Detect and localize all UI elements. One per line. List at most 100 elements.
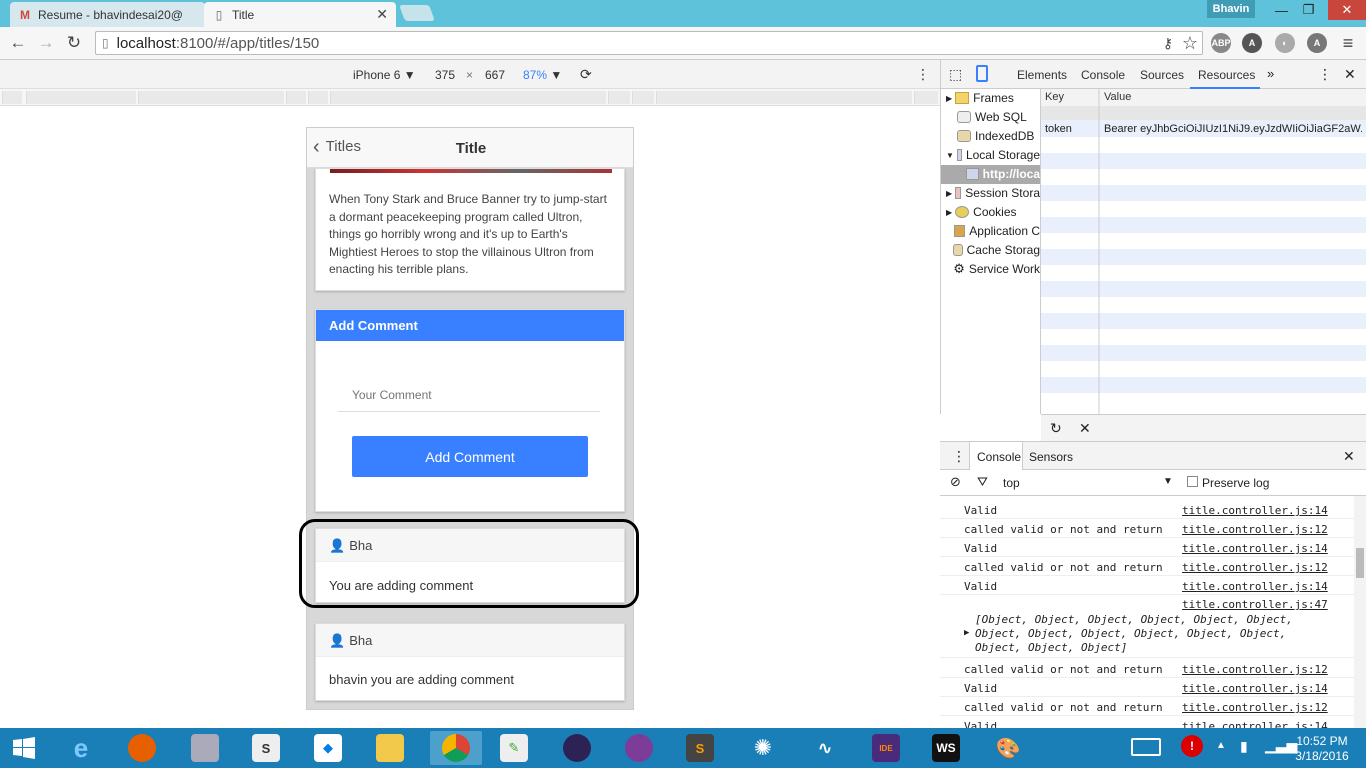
- paint-icon[interactable]: 🎨: [988, 731, 1028, 765]
- ruler-segment[interactable]: [330, 91, 606, 104]
- tree-item-web-sql[interactable]: Web SQL: [946, 108, 1040, 126]
- adblock-icon[interactable]: ABP: [1211, 33, 1231, 53]
- tab-title[interactable]: ▯ Title ✕: [204, 2, 396, 27]
- angular-icon[interactable]: A: [1242, 33, 1262, 53]
- ruler-segment[interactable]: [2, 91, 22, 104]
- source-link[interactable]: title.controller.js:14: [1182, 682, 1328, 695]
- firefox-icon[interactable]: [122, 731, 162, 765]
- devtools-close-icon[interactable]: ✕: [1344, 66, 1356, 83]
- new-tab-button[interactable]: [399, 5, 435, 21]
- ruler-segment[interactable]: [914, 91, 938, 104]
- device-select[interactable]: iPhone 6 ▼: [353, 68, 416, 82]
- tab-console[interactable]: Console: [1081, 68, 1125, 82]
- tree-item-application-cache[interactable]: Application C: [946, 222, 1040, 240]
- preserve-log-checkbox[interactable]: [1187, 476, 1198, 487]
- tree-item-local-origin[interactable]: http://loca: [966, 165, 1040, 183]
- minimize-icon[interactable]: —: [1268, 0, 1295, 20]
- taskbar-clock[interactable]: 10:52 PM 3/18/2016: [1287, 734, 1357, 764]
- show-hidden-icons[interactable]: ▲: [1216, 740, 1226, 751]
- tab-elements[interactable]: Elements: [1017, 68, 1067, 82]
- context-select[interactable]: top: [1003, 476, 1020, 490]
- tree-item-cache-storage[interactable]: Cache Storag: [946, 241, 1040, 259]
- menu-icon[interactable]: ≡: [1338, 33, 1358, 53]
- eclipse-purple-icon[interactable]: [619, 731, 659, 765]
- ruler-segment[interactable]: [656, 91, 912, 104]
- more-options-icon[interactable]: ⋮: [916, 66, 930, 83]
- reload-icon[interactable]: ↻: [64, 33, 84, 53]
- object-dump-line[interactable]: Object, Object, Object, Object, Object, …: [975, 627, 1286, 640]
- star-icon[interactable]: ☆: [1180, 33, 1200, 53]
- sublime-text-icon[interactable]: S: [680, 731, 720, 765]
- source-link[interactable]: title.controller.js:12: [1182, 663, 1328, 676]
- ruler-segment[interactable]: [26, 91, 136, 104]
- chrome-icon[interactable]: [430, 731, 482, 765]
- dropbox-icon[interactable]: ◆: [308, 731, 348, 765]
- ruler-segment[interactable]: [286, 91, 306, 104]
- filter-icon[interactable]: ⛛: [977, 474, 988, 490]
- drawer-tab-console[interactable]: Console: [969, 442, 1023, 470]
- zoom-select[interactable]: 87% ▼: [523, 68, 562, 82]
- webstorm-icon[interactable]: WS: [926, 731, 966, 765]
- ruler-segment[interactable]: [608, 91, 630, 104]
- add-comment-button[interactable]: Add Comment: [352, 436, 588, 477]
- refresh-icon[interactable]: ↻: [1050, 420, 1062, 437]
- devtools-menu-icon[interactable]: ⋮: [1318, 66, 1332, 83]
- tree-item-local-storage[interactable]: ▼ Local Storage: [946, 146, 1040, 164]
- eclipse-icon[interactable]: [557, 731, 597, 765]
- column-header-value[interactable]: Value: [1104, 91, 1131, 103]
- source-link[interactable]: title.controller.js:12: [1182, 701, 1328, 714]
- extension-icon[interactable]: ◐: [1275, 33, 1295, 53]
- comment-input[interactable]: [338, 378, 600, 412]
- tab-sources[interactable]: Sources: [1140, 68, 1184, 82]
- source-link[interactable]: title.controller.js:12: [1182, 561, 1328, 574]
- drawer-close-icon[interactable]: ✕: [1343, 448, 1355, 465]
- source-link[interactable]: title.controller.js:47: [1182, 598, 1328, 611]
- ie-icon[interactable]: e: [61, 731, 101, 765]
- ruler-segment[interactable]: [632, 91, 654, 104]
- forward-arrow-icon[interactable]: →: [36, 33, 56, 53]
- expand-triangle-icon[interactable]: ▶: [964, 628, 969, 638]
- clear-icon[interactable]: ✕: [1079, 420, 1091, 437]
- maximize-icon[interactable]: ❐: [1295, 0, 1322, 20]
- close-icon[interactable]: ✕: [376, 6, 388, 23]
- window-close-icon[interactable]: ✕: [1328, 0, 1366, 20]
- battery-icon[interactable]: ▮: [1240, 738, 1248, 755]
- chevron-down-icon[interactable]: ▼: [1163, 476, 1173, 487]
- java-ee-ide-icon[interactable]: IDE: [866, 731, 906, 765]
- inspect-icon[interactable]: ⬚: [949, 66, 962, 83]
- notepad-icon[interactable]: ✎: [494, 731, 534, 765]
- console-scrollbar[interactable]: [1354, 496, 1366, 728]
- tree-item-service-workers[interactable]: ⚙ Service Work: [946, 260, 1040, 278]
- tree-item-session-storage[interactable]: ▶ Session Stora: [946, 184, 1040, 202]
- keyboard-icon[interactable]: [1131, 738, 1161, 756]
- mysql-icon[interactable]: ∿: [805, 731, 845, 765]
- start-button[interactable]: [4, 731, 44, 765]
- source-link[interactable]: title.controller.js:14: [1182, 542, 1328, 555]
- drawer-menu-icon[interactable]: ⋮: [952, 448, 966, 465]
- object-dump-line[interactable]: [Object, Object, Object, Object, Object,…: [975, 613, 1293, 626]
- file-explorer-icon[interactable]: [370, 731, 410, 765]
- more-tabs-icon[interactable]: »: [1267, 66, 1274, 81]
- drawer-tab-sensors[interactable]: Sensors: [1029, 450, 1073, 464]
- column-header-key[interactable]: Key: [1045, 91, 1064, 103]
- device-height[interactable]: 667: [485, 68, 505, 82]
- clear-console-icon[interactable]: ⊘: [950, 474, 961, 490]
- key-icon[interactable]: ⚷: [1158, 33, 1178, 53]
- tree-item-frames[interactable]: ▶ Frames: [946, 89, 1040, 107]
- ruler-segment[interactable]: [138, 91, 284, 104]
- angular-batarang-icon[interactable]: A: [1307, 33, 1327, 53]
- sublime-s-icon[interactable]: S: [246, 731, 286, 765]
- storage-key[interactable]: token: [1045, 123, 1072, 135]
- object-dump-line[interactable]: Object, Object, Object]: [975, 641, 1127, 654]
- source-link[interactable]: title.controller.js:14: [1182, 580, 1328, 593]
- sourcetree-icon[interactable]: ✺: [743, 731, 783, 765]
- tab-gmail[interactable]: M Resume - bhavindesai20@: [10, 2, 205, 27]
- scrollbar-thumb[interactable]: [1356, 548, 1364, 578]
- device-width[interactable]: 375: [435, 68, 455, 82]
- source-link[interactable]: title.controller.js:14: [1182, 720, 1328, 728]
- database-app-icon[interactable]: [185, 731, 225, 765]
- back-arrow-icon[interactable]: ←: [8, 33, 28, 53]
- source-link[interactable]: title.controller.js:12: [1182, 523, 1328, 536]
- alert-icon[interactable]: !: [1181, 735, 1203, 757]
- user-profile-chip[interactable]: Bhavin: [1207, 0, 1255, 18]
